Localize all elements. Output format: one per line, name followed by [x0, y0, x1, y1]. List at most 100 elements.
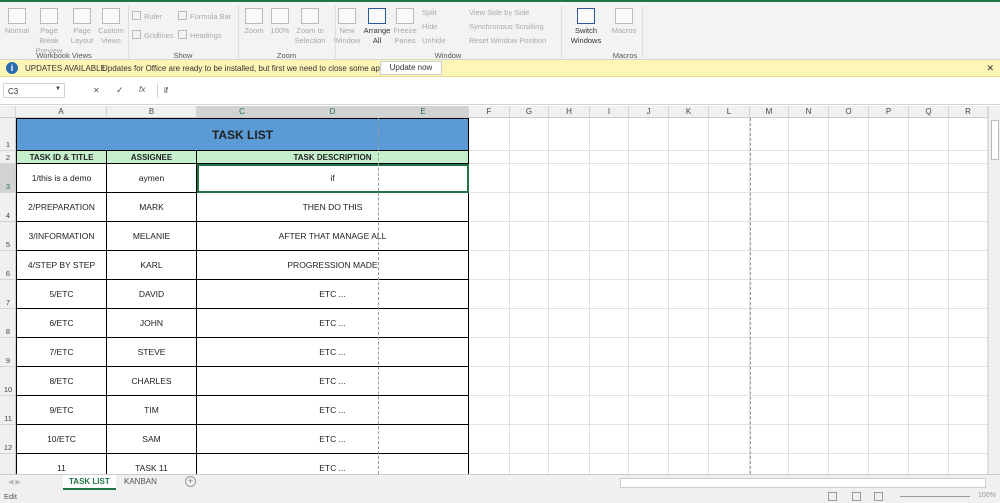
task-assignee-cell[interactable]: KARL [107, 251, 197, 280]
normal-view-icon[interactable] [828, 492, 837, 501]
window-option-4[interactable]: Hide [422, 22, 437, 31]
fx-icon[interactable]: fx [139, 85, 145, 94]
window-option-8[interactable]: Reset Window Position [469, 36, 546, 45]
row-header-4[interactable]: 4 [0, 193, 16, 222]
task-id-cell[interactable]: 9/ETC [16, 396, 107, 425]
view-0-button[interactable]: Normal [2, 4, 32, 36]
horizontal-scrollbar[interactable] [620, 478, 986, 488]
macros-button[interactable]: Macros [610, 4, 638, 36]
row-header-13[interactable]: 13 [0, 454, 16, 474]
column-header-D[interactable]: D [288, 106, 378, 118]
window-option-6[interactable]: View Side by Side [469, 8, 529, 17]
task-id-cell[interactable]: 8/ETC [16, 367, 107, 396]
task-assignee-cell[interactable]: JOHN [107, 309, 197, 338]
column-header-K[interactable]: K [669, 106, 709, 118]
show-checkbox-0[interactable]: Ruler [132, 11, 162, 21]
column-header-O[interactable]: O [829, 106, 869, 118]
zoom-2-button[interactable]: Zoom to Selection [292, 4, 328, 46]
task-assignee-cell[interactable]: aymen [107, 164, 197, 193]
column-header-L[interactable]: L [709, 106, 750, 118]
window-1-button[interactable]: Arrange All [362, 4, 392, 46]
row-header-12[interactable]: 12 [0, 425, 16, 454]
column-header-E[interactable]: E [378, 106, 469, 118]
sheet-title[interactable]: TASK LIST [16, 118, 469, 151]
window-0-button[interactable]: New Window [333, 4, 361, 46]
sheet-tab-kanban[interactable]: KANBAN [118, 475, 163, 490]
column-header-A[interactable]: A [16, 106, 107, 118]
column-header-C[interactable]: C [197, 106, 288, 118]
page-break-icon[interactable] [874, 492, 883, 501]
task-assignee-cell[interactable]: MARK [107, 193, 197, 222]
row-header-10[interactable]: 10 [0, 367, 16, 396]
formula-input[interactable]: if [157, 83, 997, 98]
view-3-button[interactable]: Custom Views [96, 4, 126, 46]
window-option-7[interactable]: Synchronous Scrolling [469, 22, 544, 31]
task-id-cell[interactable]: 11 [16, 454, 107, 474]
column-header-Q[interactable]: Q [909, 106, 949, 118]
task-description-cell[interactable]: if [197, 164, 469, 193]
vertical-scrollbar[interactable] [988, 106, 1000, 474]
add-sheet-icon[interactable]: + [185, 476, 196, 487]
column-header-N[interactable]: N [789, 106, 829, 118]
task-id-cell[interactable]: 7/ETC [16, 338, 107, 367]
column-header-F[interactable]: F [469, 106, 510, 118]
task-assignee-cell[interactable]: SAM [107, 425, 197, 454]
task-id-cell[interactable]: 3/INFORMATION [16, 222, 107, 251]
view-1-button[interactable]: Page Break Preview [31, 4, 67, 56]
window-2-button[interactable]: Freeze Panes [392, 4, 418, 46]
row-header-2[interactable]: 2 [0, 151, 16, 164]
row-header-6[interactable]: 6 [0, 251, 16, 280]
update-now-button[interactable]: Update now [380, 61, 442, 75]
task-id-cell[interactable]: 4/STEP BY STEP [16, 251, 107, 280]
zoom-slider[interactable] [900, 496, 970, 497]
task-description-cell[interactable]: ETC ... [197, 309, 469, 338]
task-description-cell[interactable]: ETC ... [197, 454, 469, 474]
zoom-1-button[interactable]: 100% [270, 4, 290, 36]
task-assignee-cell[interactable]: TIM [107, 396, 197, 425]
task-description-cell[interactable]: THEN DO THIS [197, 193, 469, 222]
column-header-G[interactable]: G [510, 106, 549, 118]
zoom-0-button[interactable]: Zoom [242, 4, 266, 36]
name-box[interactable]: C3 ▼ [3, 83, 65, 98]
task-description-cell[interactable]: ETC ... [197, 396, 469, 425]
task-description-cell[interactable]: ETC ... [197, 425, 469, 454]
row-header-8[interactable]: 8 [0, 309, 16, 338]
show-checkbox-3[interactable]: Headings [178, 30, 222, 40]
column-title[interactable]: TASK DESCRIPTION [197, 151, 469, 164]
task-description-cell[interactable]: ETC ... [197, 367, 469, 396]
task-id-cell[interactable]: 5/ETC [16, 280, 107, 309]
window-option-5[interactable]: Unhide [422, 36, 446, 45]
task-id-cell[interactable]: 10/ETC [16, 425, 107, 454]
column-header-M[interactable]: M [750, 106, 789, 118]
column-header-B[interactable]: B [107, 106, 197, 118]
window-option-3[interactable]: Split [422, 8, 437, 17]
task-assignee-cell[interactable]: CHARLES [107, 367, 197, 396]
column-header-R[interactable]: R [949, 106, 988, 118]
row-header-3[interactable]: 3 [0, 164, 16, 193]
task-description-cell[interactable]: ETC ... [197, 338, 469, 367]
view-2-button[interactable]: Page Layout [70, 4, 94, 46]
task-assignee-cell[interactable]: DAVID [107, 280, 197, 309]
column-header-H[interactable]: H [549, 106, 590, 118]
row-header-7[interactable]: 7 [0, 280, 16, 309]
column-header-P[interactable]: P [869, 106, 909, 118]
task-id-cell[interactable]: 1/this is a demo [16, 164, 107, 193]
show-checkbox-1[interactable]: Formula Bar [178, 11, 231, 21]
task-description-cell[interactable]: AFTER THAT MANAGE ALL [197, 222, 469, 251]
task-description-cell[interactable]: PROGRESSION MADE [197, 251, 469, 280]
column-title[interactable]: ASSIGNEE [107, 151, 197, 164]
task-description-cell[interactable]: ETC ... [197, 280, 469, 309]
sheet-tab-task-list[interactable]: TASK LIST [63, 475, 116, 490]
show-checkbox-2[interactable]: Gridlines [132, 30, 174, 40]
row-header-9[interactable]: 9 [0, 338, 16, 367]
row-header-11[interactable]: 11 [0, 396, 16, 425]
task-assignee-cell[interactable]: MELANIE [107, 222, 197, 251]
task-id-cell[interactable]: 6/ETC [16, 309, 107, 338]
tab-scroll-left-icon[interactable]: ◀ ▶ [8, 478, 21, 486]
enter-icon[interactable]: ✓ [116, 85, 124, 96]
page-layout-icon[interactable] [852, 492, 861, 501]
close-icon[interactable]: ✕ [986, 63, 994, 74]
task-id-cell[interactable]: 2/PREPARATION [16, 193, 107, 222]
switch-windows-button[interactable]: Switch Windows [566, 4, 606, 46]
column-header-I[interactable]: I [590, 106, 629, 118]
